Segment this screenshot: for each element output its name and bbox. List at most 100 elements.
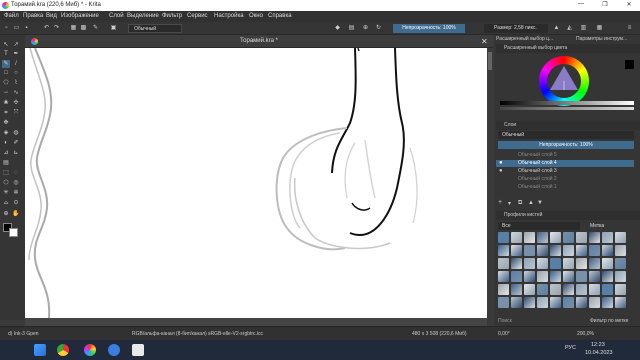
brush-tag-label[interactable]: Метка	[590, 222, 620, 230]
move-tool-icon[interactable]: ✥	[2, 119, 10, 127]
brush-preset[interactable]	[498, 258, 509, 269]
fill-tool-icon[interactable]: ◍	[12, 129, 20, 137]
app-taskbar-icon[interactable]	[132, 344, 144, 356]
brush-preset[interactable]	[563, 258, 574, 269]
minimize-button[interactable]: —	[574, 1, 588, 10]
menu-layer[interactable]: Слой	[109, 13, 124, 19]
contiguous-select-icon[interactable]: ✳	[2, 189, 10, 197]
chrome-icon[interactable]	[57, 344, 69, 356]
layer-row[interactable]: ● Обычный слой 4	[496, 160, 634, 167]
brush-preset[interactable]	[576, 232, 587, 243]
brush-preset[interactable]	[511, 297, 522, 308]
brush-preset[interactable]	[589, 284, 600, 295]
multibrush-icon[interactable]: ✣	[12, 99, 20, 107]
freehand-path-icon[interactable]: ∿	[12, 89, 20, 97]
close-window-button[interactable]: ✕	[622, 1, 636, 10]
freehand-select-icon[interactable]: ◎	[12, 179, 20, 187]
text-tool-icon[interactable]: T	[2, 50, 10, 58]
menu-window[interactable]: Окно	[249, 13, 263, 19]
brush-preset[interactable]	[524, 232, 535, 243]
edit-shapes-icon[interactable]: ↗	[12, 41, 20, 49]
brush-preset[interactable]	[576, 284, 587, 295]
brush-preset[interactable]	[498, 284, 509, 295]
add-layer-icon[interactable]: +	[498, 199, 502, 206]
pan-tool-icon[interactable]: ✋	[12, 210, 20, 218]
brush-preset[interactable]	[537, 258, 548, 269]
scrollbar-thumb[interactable]	[488, 52, 492, 70]
tab-tool-options[interactable]: Параметры инструм...	[576, 36, 627, 42]
brush-preset[interactable]	[576, 245, 587, 256]
brush-preset[interactable]	[589, 258, 600, 269]
brush-preset[interactable]	[563, 284, 574, 295]
brush-preset[interactable]	[498, 271, 509, 282]
brush-preset[interactable]	[511, 245, 522, 256]
polygon-select-icon[interactable]: ⬡	[2, 179, 10, 187]
menu-tools[interactable]: Сервис	[187, 13, 208, 19]
value-slider[interactable]	[500, 101, 634, 105]
brush-preset[interactable]	[615, 232, 626, 243]
rect-select-icon[interactable]: ⬚	[2, 169, 10, 177]
mirror-vertical-icon[interactable]: ◭	[566, 25, 573, 32]
opacity-slider[interactable]: Непрозрачность: 100%	[393, 24, 465, 33]
menu-select[interactable]: Выделение	[127, 13, 159, 19]
menu-image[interactable]: Изображение	[61, 13, 99, 19]
clock-date[interactable]: 10.04.2023	[585, 350, 613, 356]
assistant-tool-icon[interactable]: ⊿	[2, 149, 10, 157]
brush-preset[interactable]	[589, 297, 600, 308]
bezier-tool-icon[interactable]: ∽	[2, 89, 10, 97]
canvas-area[interactable]	[25, 48, 493, 326]
smart-patch-icon[interactable]: ◈	[2, 129, 10, 137]
new-document-icon[interactable]: ▫	[3, 25, 10, 32]
brush-preset[interactable]	[563, 245, 574, 256]
menu-help[interactable]: Справка	[268, 13, 292, 19]
brush-preset[interactable]	[602, 232, 613, 243]
brush-preset[interactable]	[602, 297, 613, 308]
tab-advanced-color-selector[interactable]: Расширенный выбор ц...	[496, 36, 553, 42]
brush-preset[interactable]	[550, 245, 561, 256]
dynamic-brush-icon[interactable]: ❀	[2, 99, 10, 107]
color-picker-icon[interactable]: ✐	[12, 139, 20, 147]
start-button-icon[interactable]	[34, 344, 46, 356]
layers-opacity-slider[interactable]: Непрозрачность: 100%	[498, 141, 634, 149]
input-language[interactable]: РУС	[565, 345, 576, 351]
brush-preset[interactable]	[563, 271, 574, 282]
brush-preset[interactable]	[511, 258, 522, 269]
magnetic-select-icon[interactable]: ⊙	[12, 199, 20, 207]
measure-tool-icon[interactable]: ⊾	[12, 149, 20, 157]
brush-preset[interactable]	[550, 258, 561, 269]
canvas-drawing[interactable]	[25, 48, 493, 326]
freehand-brush-icon[interactable]: ✎	[2, 60, 10, 68]
brush-preset[interactable]	[602, 245, 613, 256]
brush-preset[interactable]	[602, 258, 613, 269]
brush-preset[interactable]	[576, 258, 587, 269]
eye-icon[interactable]: ●	[499, 160, 503, 167]
ellipse-tool-icon[interactable]: ○	[12, 69, 20, 77]
rectangle-tool-icon[interactable]: □	[2, 69, 10, 77]
brush-preset[interactable]	[524, 245, 535, 256]
brush-preset[interactable]	[537, 232, 548, 243]
brush-preset[interactable]	[524, 284, 535, 295]
eraser-mode-icon[interactable]: ◆	[334, 25, 341, 32]
brush-preset[interactable]	[537, 245, 548, 256]
browser-taskbar-icon[interactable]	[108, 344, 120, 356]
brush-preset[interactable]	[589, 232, 600, 243]
layer-row[interactable]: Обычный слой 5	[496, 152, 634, 159]
brush-preset[interactable]	[524, 271, 535, 282]
zoom-tool-icon[interactable]: ⊕	[2, 210, 10, 218]
brush-preset[interactable]	[550, 297, 561, 308]
reload-preset-icon[interactable]: ↻	[375, 25, 382, 32]
current-color-swatch[interactable]	[625, 60, 634, 69]
brush-preset[interactable]	[498, 245, 509, 256]
move-layer-up-icon[interactable]: ▲	[528, 200, 534, 206]
document-tab-title[interactable]: Торамий.kra *	[25, 38, 493, 44]
rotation-label[interactable]: 0,00°	[498, 331, 510, 337]
canvas-vertical-scrollbar[interactable]	[487, 48, 493, 326]
brush-preset[interactable]	[615, 271, 626, 282]
brush-preset[interactable]	[615, 284, 626, 295]
size-slider[interactable]: Размер: 2,58 пикс.	[484, 24, 548, 33]
wrap-around-icon[interactable]: ▥	[580, 25, 587, 32]
brush-filter-select[interactable]: Все	[498, 222, 580, 230]
background-color-swatch[interactable]	[9, 228, 18, 237]
menu-settings[interactable]: Настройка	[214, 13, 244, 19]
brush-preset[interactable]	[524, 258, 535, 269]
